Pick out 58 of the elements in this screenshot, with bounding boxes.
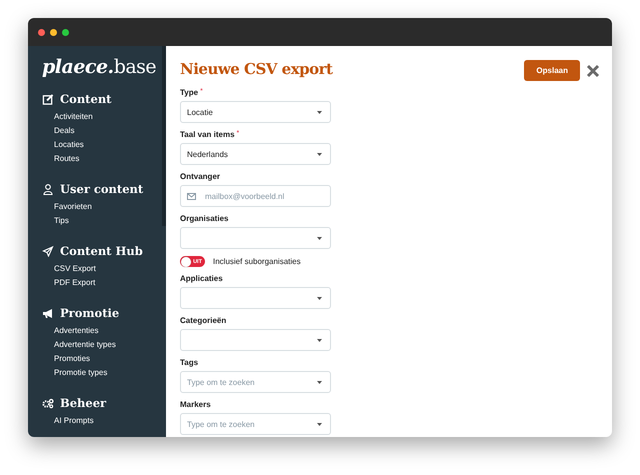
section-title: User content <box>60 182 144 196</box>
placeholder: mailbox@voorbeeld.nl <box>205 192 286 200</box>
sidebar-item[interactable]: Advertentie types <box>42 338 166 352</box>
select-field[interactable] <box>180 227 331 249</box>
section-title: Beheer <box>60 396 106 410</box>
select-field[interactable]: Nederlands <box>180 143 331 165</box>
caret-icon <box>317 152 322 156</box>
sidebar-item[interactable]: Activiteiten <box>42 110 166 124</box>
field-value: Locatie <box>187 108 214 116</box>
sidebar-item[interactable]: Promotie types <box>42 366 166 380</box>
sidebar-item[interactable]: AI Prompts <box>42 414 166 428</box>
placeholder: Type om te zoeken <box>187 420 256 428</box>
field-label: Ontvanger <box>180 172 220 182</box>
sidebar-item[interactable]: Locaties <box>42 138 166 152</box>
select-field[interactable]: Locatie <box>180 101 331 123</box>
sidebar-item[interactable]: PDF Export <box>42 276 166 290</box>
close-dot[interactable] <box>38 28 45 36</box>
field-label: Organisaties <box>180 214 228 224</box>
select-field[interactable] <box>180 329 331 351</box>
scrollbar[interactable] <box>162 46 166 226</box>
minimize-dot[interactable] <box>50 28 57 36</box>
caret-icon <box>317 110 322 114</box>
sidebar-item[interactable]: Promoties <box>42 352 166 366</box>
sidebar-item[interactable]: Tips <box>42 214 166 228</box>
sidebar-item[interactable]: Deals <box>42 124 166 138</box>
toggle-label: Inclusief suborganisaties <box>213 257 301 266</box>
logo: plaece.base <box>42 56 158 78</box>
field-label: Categorieën <box>180 316 226 326</box>
caret-icon <box>317 236 322 240</box>
field-label: Taal van items <box>180 130 235 140</box>
field-label: Type <box>180 88 198 98</box>
section-title: Content Hub <box>60 244 143 258</box>
envelope-icon <box>187 192 196 200</box>
section-title: Promotie <box>60 306 120 320</box>
megaphone-icon <box>42 308 54 318</box>
caret-icon <box>317 422 322 426</box>
close-icon[interactable] <box>586 64 600 78</box>
field-label: Tags <box>180 358 198 368</box>
field-label: Markers <box>180 400 211 410</box>
sidebar-item[interactable]: Routes <box>42 152 166 166</box>
select-field[interactable] <box>180 287 331 309</box>
save-button[interactable]: Opslaan <box>524 60 580 81</box>
placeholder: Type om te zoeken <box>187 378 256 386</box>
caret-icon <box>317 380 322 384</box>
caret-icon <box>317 296 322 300</box>
sidebar-item[interactable]: CSV Export <box>42 262 166 276</box>
sidebar-item[interactable]: Advertenties <box>42 324 166 338</box>
sidebar-item[interactable]: Favorieten <box>42 200 166 214</box>
field-value: Nederlands <box>187 150 229 158</box>
caret-icon <box>317 338 322 342</box>
page-title: Nieuwe CSV export <box>180 60 332 78</box>
field-label: Applicaties <box>180 274 223 284</box>
edit-icon <box>42 94 54 104</box>
gears-icon <box>42 398 54 408</box>
section-title: Content <box>60 92 112 106</box>
zoom-dot[interactable] <box>62 28 69 36</box>
user-icon <box>42 184 54 194</box>
paper-plane-icon <box>42 246 54 256</box>
